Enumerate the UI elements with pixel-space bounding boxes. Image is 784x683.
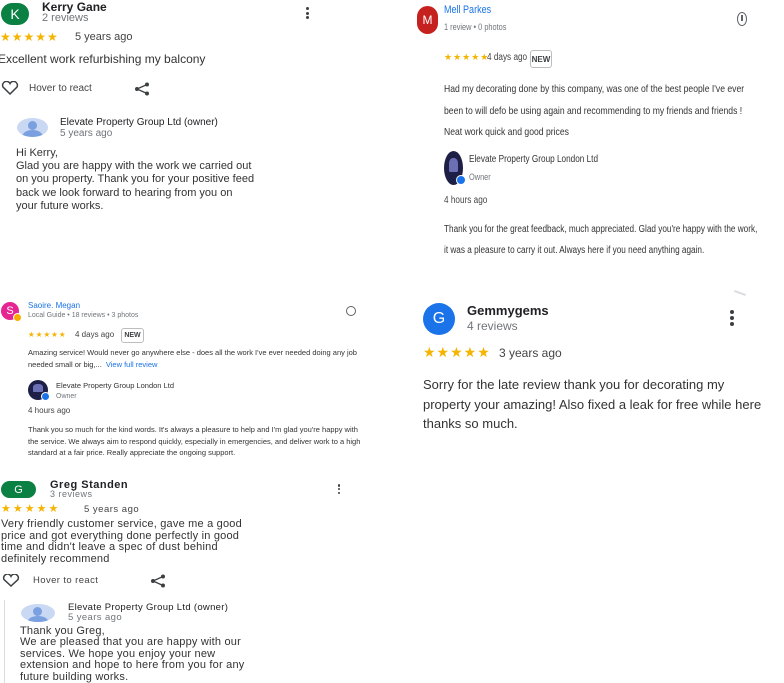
star-rating: ★★★★★ [423,344,491,360]
owner-name[interactable]: Elevate Property Group London Ltd [56,381,174,390]
owner-reply-text: Thank you Greg, We are pleased that you … [20,625,245,683]
owner-reply-time: 5 years ago [68,612,123,623]
owner-avatar [17,118,48,137]
more-options-icon[interactable] [730,310,734,326]
avatar[interactable]: M [417,6,438,34]
reviewer-meta: 4 reviews [467,319,518,333]
review-time: 5 years ago [75,31,133,43]
owner-reply-text: Thank you for the great feedback, much a… [444,224,758,256]
owner-role: Owner [56,393,77,400]
react-button[interactable]: Hover to react [29,83,92,94]
heart-icon[interactable] [1,80,19,100]
heart-icon[interactable] [2,573,20,592]
owner-reply-time: 4 hours ago [444,195,488,206]
local-guide-icon [13,313,22,322]
reviewer-name[interactable]: Saoire. Megan [28,301,80,310]
owner-name[interactable]: Elevate Property Group Ltd (owner) [60,117,218,128]
owner-name[interactable]: Elevate Property Group London Ltd [469,154,598,165]
owner-avatar [21,604,55,622]
verified-icon [41,392,50,401]
review-time: 3 years ago [499,346,562,360]
report-icon-mark [741,15,743,21]
more-options-icon[interactable] [304,7,310,19]
review-text: Amazing service! Would never go anywhere… [28,347,361,371]
react-button[interactable]: Hover to react [33,575,98,586]
reply-thread-line [4,600,5,683]
reviewer-meta: 1 review • 0 photos [444,22,507,32]
review-time: 4 days ago [75,330,115,339]
verified-icon [456,175,466,185]
reviewer-name[interactable]: Mell Parkes [444,4,491,16]
new-badge: NEW [530,50,552,68]
avatar[interactable]: G [1,481,36,498]
star-rating: ★★★★★ [28,330,67,339]
reviewer-meta: 3 reviews [50,489,93,499]
star-rating: ★★★★★ [1,503,61,515]
owner-role: Owner [469,172,491,182]
avatar[interactable]: K [1,3,29,25]
reviewer-meta: 2 reviews [42,12,89,24]
review-time: 5 years ago [84,504,140,515]
star-rating: ★★★★★ [444,52,490,62]
review-text: Excellent work refurbishing my balcony [0,52,206,66]
new-badge: NEW [121,328,144,343]
owner-reply-text: Thank you so much for the kind words. It… [28,425,361,457]
review-text: Sorry for the late review thank you for … [423,377,762,431]
review-text-body: Amazing service! Would never go anywhere… [28,348,357,369]
more-options-icon[interactable] [337,484,341,494]
share-icon[interactable] [134,82,150,101]
share-icon[interactable] [150,574,166,593]
star-rating: ★★★★★ [0,30,59,44]
owner-reply-time: 4 hours ago [28,406,71,415]
review-time: 4 days ago [487,52,528,63]
owner-reply-text: Hi Kerry, Glad you are happy with the wo… [16,147,255,212]
avatar[interactable]: G [423,303,455,335]
view-full-review-link[interactable]: View full review [106,360,158,369]
report-icon[interactable] [346,306,356,316]
owner-reply-time: 5 years ago [60,128,113,139]
review-text: Very friendly customer service, gave me … [1,518,242,565]
reviewer-meta: Local Guide • 18 reviews • 3 photos [28,312,139,319]
divider-fragment [734,290,746,296]
reviewer-name[interactable]: Gemmygems [467,303,549,318]
review-text: Had my decorating done by this company, … [444,83,745,138]
